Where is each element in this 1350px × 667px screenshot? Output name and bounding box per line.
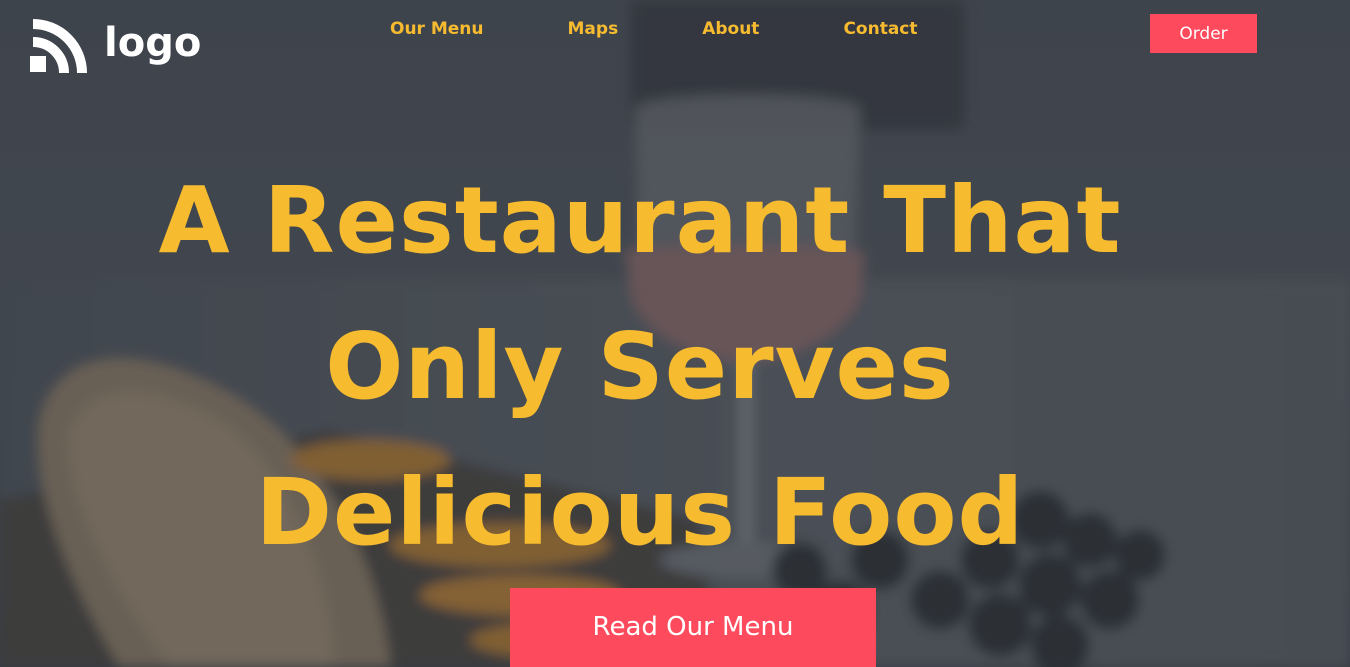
order-button[interactable]: Order: [1150, 14, 1257, 53]
headline-line-3: Delicious Food: [255, 459, 1025, 566]
nav-our-menu[interactable]: Our Menu: [390, 19, 484, 39]
read-menu-button[interactable]: Read Our Menu: [510, 588, 876, 667]
headline-line-1: A Restaurant That: [158, 167, 1122, 274]
hero-section: logo Our Menu Maps About Contact Order A…: [0, 0, 1350, 667]
main-nav: Our Menu Maps About Contact: [390, 19, 918, 39]
logo-text: logo: [104, 20, 202, 66]
nav-contact[interactable]: Contact: [843, 19, 917, 39]
logo[interactable]: logo: [30, 18, 201, 76]
wifi-arcs-icon: [30, 19, 87, 74]
hero-headline: A Restaurant That Only Serves Delicious …: [0, 148, 1280, 586]
nav-about[interactable]: About: [702, 19, 759, 39]
headline-line-2: Only Serves: [325, 313, 955, 420]
nav-maps[interactable]: Maps: [568, 19, 619, 39]
